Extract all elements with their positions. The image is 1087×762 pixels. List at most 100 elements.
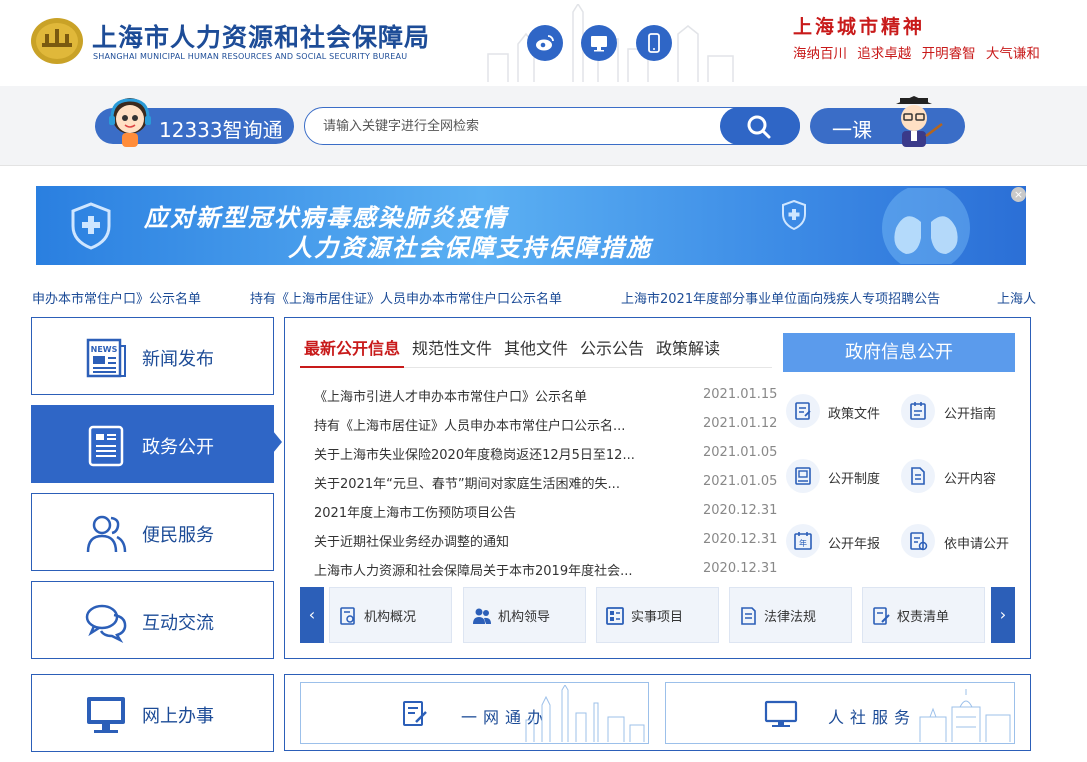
banner-close-button[interactable]: × <box>1011 187 1026 202</box>
tab-policy-interpretation[interactable]: 政策解读 <box>656 335 720 359</box>
search-input[interactable] <box>323 116 703 136</box>
leaders-icon <box>473 608 491 624</box>
carousel-item-label: 机构概况 <box>364 610 417 625</box>
apply-icon[interactable] <box>901 524 935 558</box>
smart-inquiry-label: 12333智询通 <box>159 118 283 142</box>
hr-service-card[interactable]: 人社服务 <box>665 682 1015 744</box>
carousel-item-leaders[interactable]: 机构领导 <box>463 587 586 643</box>
ticker-item[interactable]: 持有《上海市居住证》人员申办本市常住户口公示名单 <box>250 288 562 307</box>
city-spirit-mottos: 海纳百川 追求卓越 开明睿智 大气谦和 <box>793 42 1046 62</box>
carousel-item-label: 权责清单 <box>897 610 950 625</box>
people-icon <box>86 515 127 553</box>
newspaper-icon: NEWS <box>86 338 126 378</box>
news-item-title[interactable]: 2021年度上海市工伤预防项目公告 <box>314 502 659 521</box>
carousel-prev-button[interactable]: ‹ <box>300 587 324 643</box>
sidebar-item-interaction[interactable]: 互动交流 <box>31 581 274 659</box>
gov-link-label[interactable]: 公开内容 <box>944 468 996 487</box>
sidebar-item-label: 便民服务 <box>142 525 214 546</box>
assistant-avatar-icon <box>109 98 151 147</box>
carousel-next-button[interactable]: › <box>991 587 1015 643</box>
sidebar-item-services[interactable]: 便民服务 <box>31 493 274 571</box>
news-item-title[interactable]: 上海市人力资源和社会保障局关于本市2019年度社会... <box>314 560 659 579</box>
carousel-item-rights-list[interactable]: 权责清单 <box>862 587 985 643</box>
small-shield-icon <box>782 200 806 230</box>
bund-building-decoration <box>919 689 1011 742</box>
news-item-date: 2021.01.05 <box>703 445 778 460</box>
computer-icon <box>764 700 798 727</box>
motto: 大气谦和 <box>985 46 1040 62</box>
sidebar-item-label: 网上办事 <box>142 706 214 727</box>
banner-line-2: 人力资源社会保障支持保障措施 <box>288 234 652 262</box>
gov-info-disclosure-button[interactable]: 政府信息公开 <box>783 333 1015 372</box>
site-title[interactable]: 上海市人力资源和社会保障局 <box>92 18 430 54</box>
shield-icon <box>71 202 111 250</box>
gov-link-label[interactable]: 公开年报 <box>828 533 880 552</box>
gov-link-label[interactable]: 公开指南 <box>944 403 996 422</box>
news-item-title[interactable]: 关于上海市失业保险2020年度稳岗返还12月5日至12... <box>314 444 659 463</box>
news-item-title[interactable]: 《上海市引进人才申办本市常住户口》公示名单 <box>314 386 659 405</box>
search-button[interactable] <box>720 107 800 145</box>
computer-icon <box>87 697 125 733</box>
sidebar-item-label: 政务公开 <box>142 437 214 458</box>
tab-other-docs[interactable]: 其他文件 <box>504 335 568 359</box>
lungs-icon <box>882 188 970 264</box>
ticker-item[interactable]: 申办本市常住户口》公示名单 <box>32 288 201 307</box>
sidebar-item-label: 互动交流 <box>142 613 214 634</box>
search-box <box>304 107 800 145</box>
gov-link-label[interactable]: 政策文件 <box>828 403 880 422</box>
news-item-title[interactable]: 关于2021年“元旦、春节”期间对家庭生活困难的失... <box>314 473 659 492</box>
tab-regulatory-docs[interactable]: 规范性文件 <box>412 335 492 359</box>
hr-service-label: 人社服务 <box>828 708 917 727</box>
ticker-item[interactable]: 上海人 <box>997 288 1036 307</box>
covid-banner[interactable]: 应对新型冠状病毒感染肺炎疫情 人力资源社会保障支持保障措施 <box>36 186 1026 265</box>
news-item-title[interactable]: 持有《上海市居住证》人员申办本市常住户口公示名... <box>314 415 659 434</box>
news-item-date: 2021.01.05 <box>703 474 778 489</box>
news-item-date: 2020.12.31 <box>703 561 778 576</box>
carousel-item-label: 实事项目 <box>631 610 684 625</box>
carousel-item-label: 机构领导 <box>498 610 551 625</box>
motto: 追求卓越 <box>857 46 912 62</box>
news-item-date: 2021.01.12 <box>703 416 778 431</box>
content-icon[interactable] <box>901 459 935 493</box>
sidebar-item-news[interactable]: NEWS 新闻发布 <box>31 317 274 395</box>
guide-icon[interactable] <box>901 394 935 428</box>
org-info-icon <box>340 607 355 625</box>
mobile-icon[interactable] <box>636 25 672 61</box>
one-lesson-label: 一课 <box>832 118 872 142</box>
policy-file-icon[interactable] <box>786 394 820 428</box>
search-icon <box>747 115 771 139</box>
carousel-item-laws[interactable]: 法律法规 <box>729 587 852 643</box>
weibo-icon[interactable] <box>527 25 563 61</box>
book-icon[interactable] <box>786 459 820 493</box>
news-item-title[interactable]: 关于近期社保业务经办调整的通知 <box>314 531 659 550</box>
chat-bubbles-icon <box>85 604 127 644</box>
sidebar-item-gov-affairs[interactable]: 政务公开 <box>31 405 274 483</box>
one-stop-service-card[interactable]: 一网通办 <box>300 682 649 744</box>
form-edit-icon <box>403 701 427 726</box>
motto: 开明睿智 <box>921 46 976 62</box>
city-spirit-title: 上海城市精神 <box>793 16 926 38</box>
bureau-logo[interactable] <box>30 16 84 66</box>
carousel-item-projects[interactable]: 实事项目 <box>596 587 719 643</box>
tab-active-underline <box>300 366 404 368</box>
sidebar-item-label: 新闻发布 <box>142 349 214 370</box>
carousel-item-label: 法律法规 <box>764 610 817 625</box>
rights-list-icon <box>873 607 890 625</box>
tab-latest[interactable]: 最新公开信息 <box>304 335 400 359</box>
city-skyline-decoration <box>525 685 645 742</box>
gov-link-label[interactable]: 依申请公开 <box>944 533 1009 552</box>
news-item-date: 2021.01.15 <box>703 387 778 402</box>
news-ticker: 申办本市常住户口》公示名单 持有《上海市居住证》人员申办本市常住户口公示名单 上… <box>0 284 1087 308</box>
carousel-item-org-info[interactable]: 机构概况 <box>329 587 452 643</box>
monitor-icon[interactable] <box>581 25 617 61</box>
projects-icon <box>606 607 624 625</box>
news-item-date: 2020.12.31 <box>703 532 778 547</box>
ticker-item[interactable]: 上海市2021年度部分事业单位面向残疾人专项招聘公告 <box>621 288 940 307</box>
gov-link-label[interactable]: 公开制度 <box>828 468 880 487</box>
sidebar-item-online-service[interactable]: 网上办事 <box>31 674 274 752</box>
annual-report-icon[interactable]: 年 <box>786 524 820 558</box>
teacher-avatar-icon <box>896 96 943 147</box>
site-subtitle: SHANGHAI MUNICIPAL HUMAN RESOURCES AND S… <box>93 52 408 61</box>
tab-announcements[interactable]: 公示公告 <box>580 335 644 359</box>
svg-text:年: 年 <box>799 538 807 548</box>
